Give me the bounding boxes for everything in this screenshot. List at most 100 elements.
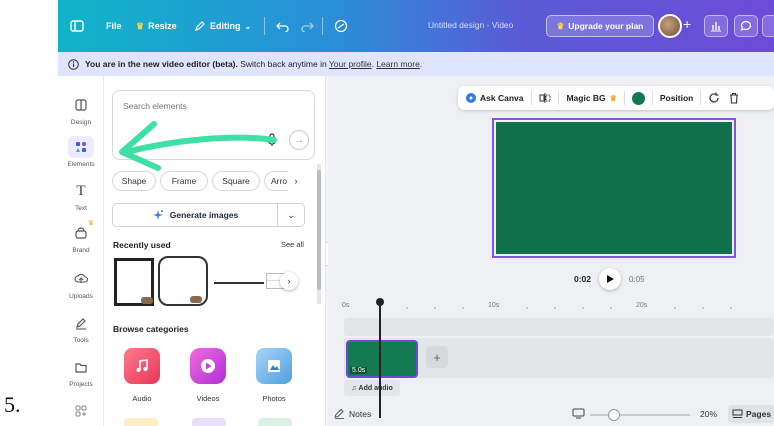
recent-rounded-frame-element[interactable]: [158, 256, 208, 306]
generate-label: Generate images: [169, 210, 239, 220]
delete-button[interactable]: [724, 92, 744, 104]
chevron-down-icon: ⌄: [287, 209, 295, 220]
layout-icon: [68, 94, 94, 116]
comments-button[interactable]: [734, 15, 758, 37]
rail-item-apps[interactable]: [58, 400, 104, 422]
learn-more-link[interactable]: Learn more: [376, 59, 419, 69]
premium-badge: [141, 297, 153, 304]
rail-item-projects[interactable]: Projects: [58, 356, 104, 388]
magic-bg-label: Magic BG: [566, 93, 606, 103]
zoom-level[interactable]: 20%: [700, 409, 717, 419]
rail-item-design[interactable]: Design: [58, 94, 104, 126]
rail-item-brand[interactable]: ♛ Brand: [58, 220, 104, 254]
timeline-ruler[interactable]: 0s 10s 20s: [328, 298, 774, 316]
play-icon: [606, 275, 614, 283]
music-note-icon: [124, 348, 160, 384]
video-clip[interactable]: 5.0s: [346, 340, 418, 378]
chip-square[interactable]: Square: [212, 171, 260, 191]
category-photos[interactable]: Photos: [246, 348, 302, 403]
file-menu[interactable]: File: [106, 14, 122, 38]
banner-body-text: Switch back anytime in: [237, 59, 329, 69]
insights-button[interactable]: [704, 15, 728, 37]
music-note-icon: ♫: [351, 384, 357, 392]
generate-images-button[interactable]: Generate images: [113, 204, 278, 226]
upgrade-label: Upgrade your plan: [568, 21, 644, 31]
play-button[interactable]: [599, 268, 622, 290]
design-page[interactable]: [492, 118, 736, 258]
ruler-tick: [730, 307, 732, 309]
zoom-slider[interactable]: [590, 414, 690, 416]
add-collaborator-button[interactable]: +: [683, 16, 691, 32]
chip-frame[interactable]: Frame: [160, 171, 208, 191]
background-color-button[interactable]: [625, 91, 652, 105]
canva-editor-window: File ♛ Resize Editing ⌄ Untitled design …: [58, 0, 774, 426]
rail-item-tools[interactable]: Tools: [58, 312, 104, 344]
flip-button[interactable]: [532, 92, 558, 104]
top-bar: File ♛ Resize Editing ⌄ Untitled design …: [58, 0, 774, 52]
timeline-playhead[interactable]: [376, 298, 384, 418]
total-time: 0:05: [629, 274, 645, 284]
search-submit-button[interactable]: →: [289, 130, 309, 150]
generate-images-control: Generate images ⌄: [112, 203, 305, 227]
sidebar-toggle-button[interactable]: [70, 14, 84, 38]
ruler-tick: [462, 307, 464, 309]
magic-bg-button[interactable]: Magic BG ♛: [559, 93, 623, 103]
document-title[interactable]: Untitled design - Video: [428, 20, 513, 30]
ruler-label: 20s: [636, 302, 648, 309]
ruler-tick: [554, 307, 556, 309]
generate-options-dropdown[interactable]: ⌄: [278, 204, 304, 226]
add-page-button[interactable]: +: [426, 346, 448, 368]
profile-link[interactable]: Your profile: [329, 59, 372, 69]
display-mode-button[interactable]: [572, 408, 585, 421]
rail-item-uploads[interactable]: Uploads: [58, 268, 104, 300]
folder-icon: [68, 356, 94, 378]
chip-scroll-right-button[interactable]: ›: [288, 171, 304, 191]
panel-scrollbar[interactable]: [317, 164, 321, 304]
ask-canva-button[interactable]: Ask Canva: [458, 93, 531, 103]
ruler-tick: [674, 307, 676, 309]
notes-button[interactable]: Notes: [334, 408, 371, 419]
rail-item-text[interactable]: T Text: [58, 180, 104, 213]
bottom-bar: Notes 20% Pages: [328, 402, 774, 426]
context-toolbar: Ask Canva Magic BG ♛ Position: [458, 86, 774, 110]
see-all-link[interactable]: See all: [281, 240, 304, 249]
timeline-overlay-track[interactable]: [344, 318, 774, 336]
cloud-save-button[interactable]: [334, 14, 348, 38]
category-audio[interactable]: Audio: [114, 348, 170, 403]
recent-frame-element[interactable]: [114, 258, 154, 306]
pages-button[interactable]: Pages: [728, 405, 774, 423]
undo-button[interactable]: [276, 14, 290, 38]
share-button[interactable]: [762, 15, 774, 37]
shape-chips: Shape Frame Square Arro ›: [112, 171, 304, 191]
add-audio-button[interactable]: ♫ Add audio: [344, 380, 400, 396]
chip-shape[interactable]: Shape: [112, 171, 156, 191]
comment-icon: [740, 20, 752, 32]
pages-label: Pages: [746, 409, 772, 419]
ruler-tick: [526, 307, 528, 309]
position-button[interactable]: Position: [653, 93, 701, 103]
zoom-slider-thumb[interactable]: [608, 409, 620, 421]
recent-line-element[interactable]: [214, 282, 264, 284]
category-label: Audio: [132, 394, 152, 403]
ruler-tick: [406, 307, 408, 309]
divider: [264, 17, 265, 35]
recent-next-button[interactable]: ›: [280, 272, 298, 290]
resize-button[interactable]: ♛ Resize: [136, 14, 177, 38]
category-videos[interactable]: Videos: [180, 348, 236, 403]
search-input[interactable]: [123, 101, 283, 111]
scrollbar-thumb[interactable]: [317, 170, 321, 290]
color-swatch: [631, 91, 645, 105]
redo-button[interactable]: [300, 14, 314, 38]
canvas-area: Ask Canva Magic BG ♛ Position 0:02 0:05 …: [328, 76, 774, 426]
rail-item-elements[interactable]: Elements: [58, 136, 104, 168]
chevron-right-icon: ›: [287, 276, 291, 286]
info-icon: [68, 58, 79, 70]
upgrade-plan-button[interactable]: ♛ Upgrade your plan: [546, 15, 654, 37]
avatar[interactable]: [658, 14, 682, 38]
rotate-button[interactable]: [701, 92, 724, 104]
editing-mode-button[interactable]: Editing ⌄: [194, 14, 251, 38]
more-categories-row: [112, 416, 312, 426]
banner-text: You are in the new video editor (beta). …: [85, 59, 422, 69]
category-label: Photos: [262, 394, 286, 403]
rail-label: Uploads: [69, 293, 93, 300]
